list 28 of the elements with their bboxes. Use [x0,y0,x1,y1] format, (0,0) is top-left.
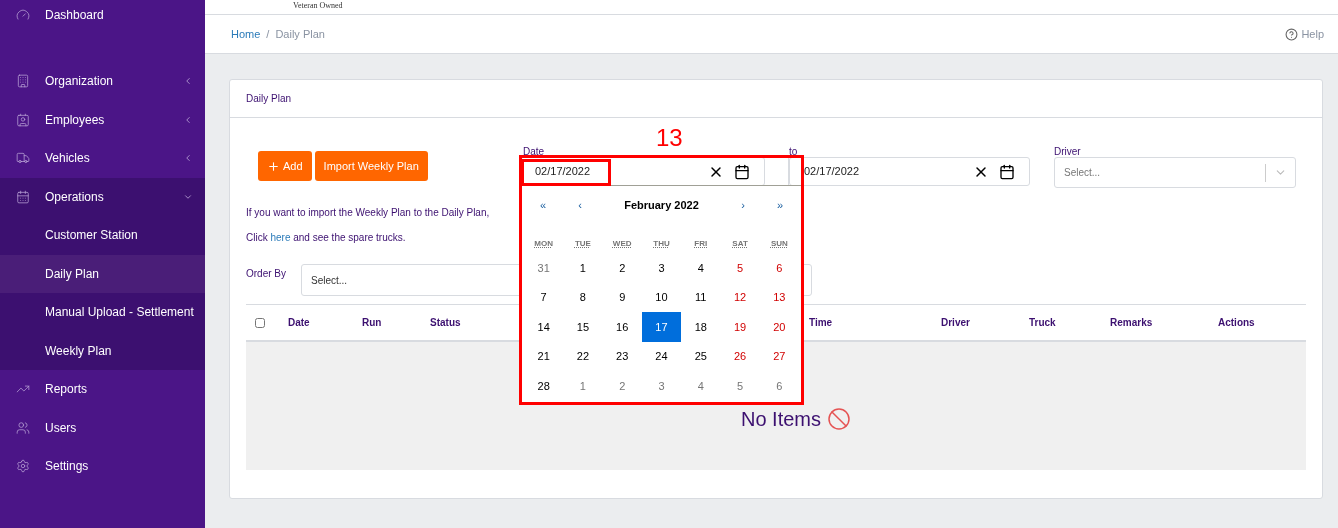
logo-tagline: Veteran Owned [293,0,343,12]
to-label: to [789,145,799,157]
column-header: Date [288,317,310,328]
empty-state-text: No Items [741,407,821,432]
weekday-label: SUN [770,238,788,250]
column-header: Remarks [1110,317,1153,328]
column-header: Time [809,317,833,328]
weekday-label: SAT [732,238,748,250]
driver-label: Driver [1054,145,1082,157]
date-label: Date [522,145,546,157]
order-by-label: Order By [246,267,287,281]
calendar-title: February 2022 [623,197,700,213]
import-info-text: If you want to import the Weekly Plan to the Daily Plan, [246,206,490,220]
column-header: Driver [941,317,970,328]
column-header: Run [362,317,382,328]
weekday-label: WED [612,238,632,250]
card-title: Daily Plan [246,92,292,106]
breadcrumb-current: Daily Plan [275,26,326,42]
column-header: Actions [1218,317,1255,328]
weekday-label: MON [534,238,553,250]
annotation-number: 13 [656,124,683,152]
weekday-label: FRI [694,238,708,250]
weekday-label: TUE [574,238,591,250]
weekday-label: THU [653,238,670,250]
spare-trucks-text: Click here and see the spare trucks. [246,231,406,245]
breadcrumb-separator: / [266,26,270,42]
column-header: Truck [1029,317,1056,328]
column-header: Status [430,317,461,328]
